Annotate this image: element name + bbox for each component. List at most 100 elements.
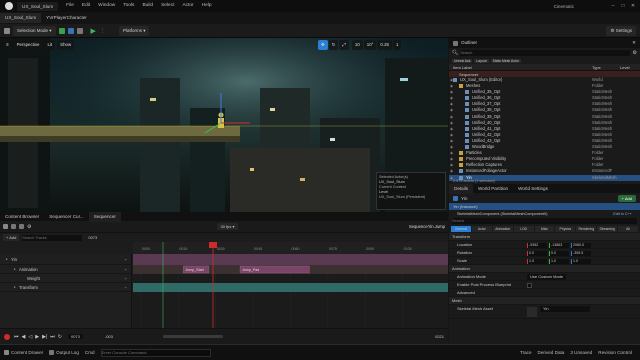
unsaved-button[interactable]: 3 Unsaved	[570, 350, 592, 355]
track-search-input[interactable]	[22, 234, 83, 241]
cmd-select[interactable]: Cmd	[85, 350, 95, 355]
col-type[interactable]: Type	[592, 65, 620, 70]
advanced-row[interactable]: Advanced	[449, 289, 640, 297]
details-filter-tab[interactable]: Streaming	[597, 226, 618, 232]
unreal-logo-icon[interactable]	[5, 2, 13, 10]
menu-tools[interactable]: Tools	[119, 0, 138, 12]
close-icon[interactable]: ✕	[628, 3, 638, 9]
scale-snap-value[interactable]: 0.25	[377, 40, 392, 50]
content-drawer-button[interactable]: Content Drawer	[4, 350, 43, 355]
track-add-icon[interactable]: +	[125, 283, 127, 292]
details-filter-tab[interactable]: LOD	[513, 226, 534, 232]
outliner-close-icon[interactable]: ✕	[632, 38, 636, 48]
angle-snap-value[interactable]: 10°	[363, 40, 377, 50]
start-frame-readout[interactable]: -003	[105, 334, 113, 339]
details-filter-tab[interactable]: Physics	[555, 226, 576, 232]
menu-build[interactable]: Build	[138, 0, 157, 12]
menu-window[interactable]: Window	[94, 0, 119, 12]
tab-world-settings[interactable]: World Settings	[513, 184, 553, 194]
details-filter-tab[interactable]: Animation	[492, 226, 513, 232]
sequencer-save-icon[interactable]	[3, 224, 8, 229]
location-y[interactable]: -13863	[549, 242, 569, 248]
blueprint-icon[interactable]	[67, 27, 74, 34]
loop-icon[interactable]: ↻	[58, 334, 62, 340]
details-filter-tab[interactable]: Misc	[534, 226, 555, 232]
tab-character[interactable]: YVrPlayerCharacter	[41, 13, 92, 23]
transport-play-icon[interactable]: ▶	[35, 334, 39, 340]
show-button[interactable]: Show	[57, 40, 75, 50]
details-filter-tab[interactable]: All	[618, 226, 639, 232]
project-tab[interactable]: UX_Soul_Slum	[17, 1, 59, 11]
rotation-x[interactable]: 0.0	[527, 250, 547, 256]
jump-end-icon[interactable]: ⏭	[50, 334, 55, 340]
minimize-icon[interactable]: –	[608, 3, 618, 9]
level-viewport[interactable]: ≡ Perspective Lit Show ✥ ↻ ⤢ 10 10° 0.25…	[0, 38, 448, 212]
post-process-checkbox[interactable]	[527, 282, 532, 288]
save-icon[interactable]	[4, 27, 10, 34]
outliner-search-input[interactable]	[460, 49, 630, 56]
play-reverse-icon[interactable]: ◁	[28, 334, 32, 340]
menu-help[interactable]: Help	[198, 0, 216, 12]
trace-button[interactable]: Trace	[520, 350, 532, 355]
animation-mode-select[interactable]: Use Custom Mode	[527, 274, 567, 280]
filter-chip-0[interactable]: Unreal Ask	[452, 58, 473, 63]
mesh-section-header[interactable]: Mesh	[449, 297, 640, 305]
timeline-area[interactable]: 0000 0015 0030 0045 0060 0075 0090 0105 Jump_Sta…	[133, 242, 448, 328]
rotation-y[interactable]: 0.0	[549, 250, 569, 256]
tab-details[interactable]: Details	[449, 183, 474, 194]
track-add-icon[interactable]: +	[125, 255, 127, 264]
tab-content-browser[interactable]: Content Browser	[0, 212, 44, 222]
track-add-icon[interactable]: +	[125, 265, 127, 274]
add-actor-icon[interactable]	[58, 27, 65, 34]
scale-y[interactable]: 1.0	[549, 258, 569, 264]
animation-section-header[interactable]: Animation	[449, 265, 640, 273]
platforms-button[interactable]: Platforms ▾	[118, 25, 150, 36]
filter-chip-1[interactable]: Layout	[474, 58, 489, 63]
tab-sequencer[interactable]: Sequencer	[88, 211, 121, 222]
tab-level[interactable]: UX_Soul_Slum	[0, 13, 42, 23]
grid-snap-value[interactable]: 10	[351, 40, 363, 50]
output-log-button[interactable]: Output Log	[49, 350, 79, 355]
add-track-button[interactable]: + Add	[3, 234, 20, 241]
instance-row[interactable]: Yin (Instance)	[449, 203, 640, 210]
settings-button[interactable]: ⚙ Settings	[606, 25, 636, 36]
step-forward-icon[interactable]: ▶|	[42, 334, 47, 340]
scale-x[interactable]: 1.0	[527, 258, 547, 264]
current-frame-readout[interactable]: 0073	[88, 235, 97, 240]
track-row[interactable]: ▸ Transform +	[0, 283, 131, 292]
scale-z[interactable]: 1.0	[571, 258, 591, 264]
maximize-icon[interactable]: □	[618, 3, 628, 9]
jump-start-icon[interactable]: ⏮	[14, 334, 19, 340]
console-command-input[interactable]	[100, 348, 211, 357]
source-control-button[interactable]: Revision Control	[598, 350, 632, 355]
end-frame-readout[interactable]: 0221	[435, 334, 444, 339]
viewport-options-button[interactable]: ≡	[3, 40, 12, 50]
perspective-button[interactable]: Perspective	[13, 40, 43, 50]
timeline-scrollbar[interactable]	[162, 335, 223, 338]
frame-readout[interactable]: 0073	[67, 334, 83, 339]
rotate-tool-icon[interactable]: ↻	[328, 40, 339, 50]
outliner-settings-icon[interactable]: ⚙	[633, 50, 637, 56]
location-z[interactable]: 2060.0	[571, 242, 591, 248]
add-component-button[interactable]: + Add	[617, 194, 636, 202]
component-row[interactable]: SkeletalMeshComponent (SkeletalMeshCompo…	[449, 210, 640, 217]
tab-sequencer-curves[interactable]: Sequencer Cur...	[44, 212, 88, 222]
transform-section-header[interactable]: Transform	[449, 233, 640, 241]
selection-mode-button[interactable]: Selection Mode ▾	[13, 25, 56, 36]
derived-data-button[interactable]: Derived Data	[538, 350, 565, 355]
rotation-z[interactable]: -359.5	[571, 250, 591, 256]
scale-tool-icon[interactable]: ⤢	[339, 40, 349, 50]
play-options-icon[interactable]: ⋮	[100, 28, 105, 34]
filter-chip-2[interactable]: Static Mesh Actor	[490, 58, 521, 63]
col-level[interactable]: Level	[620, 65, 640, 70]
menu-actor[interactable]: Actor	[178, 0, 197, 12]
sequencer-settings-icon[interactable]: ⚙	[27, 224, 31, 230]
tab-world-partition[interactable]: World Partition	[473, 184, 513, 194]
menu-file[interactable]: File	[62, 0, 78, 12]
record-button[interactable]	[4, 333, 10, 340]
menu-edit[interactable]: Edit	[78, 0, 94, 12]
step-back-icon[interactable]: ◀	[22, 334, 26, 340]
details-search-input[interactable]	[452, 218, 637, 224]
edit-in-cpp-link[interactable]: Edit in C++	[613, 212, 632, 216]
cinematics-icon[interactable]	[76, 27, 83, 34]
